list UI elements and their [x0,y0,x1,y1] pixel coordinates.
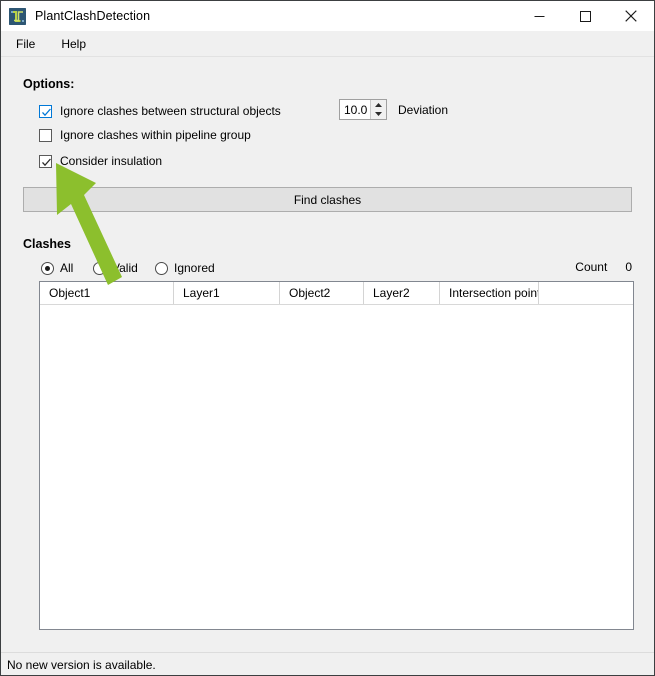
checkbox-ignore-structural[interactable] [39,104,52,118]
clash-list-body[interactable] [40,305,633,629]
radio-ignored[interactable] [155,261,168,275]
clash-list[interactable]: Object1 Layer1 Object2 Layer2 Intersecti… [39,281,634,630]
minimize-icon [534,15,544,17]
title-bar: PlantClashDetection [1,1,654,31]
deviation-group: 10.0 Deviation [339,99,448,120]
radio-all[interactable] [41,261,54,275]
checkbox-label-consider-insulation: Consider insulation [60,154,163,168]
radio-row-ignored[interactable]: Ignored [155,260,215,276]
app-icon [9,7,26,25]
menu-bar: File Help [1,31,654,57]
close-icon [625,10,637,22]
count-value: 0 [625,260,632,274]
chevron-up-icon [375,102,382,107]
count-label: Count [575,260,608,274]
radio-valid[interactable] [93,261,106,275]
status-bar: No new version is available. [1,652,654,675]
checkbox-label-ignore-structural: Ignore clashes between structural object… [60,104,281,118]
count-group: Count 0 [575,260,632,274]
checkmark-icon [42,158,51,166]
checkbox-label-ignore-pipeline-group: Ignore clashes within pipeline group [60,128,251,142]
radio-row-valid[interactable]: Valid [93,260,138,276]
radio-label-valid: Valid [112,261,138,275]
column-header-filler [539,282,633,304]
deviation-step-down[interactable] [371,110,386,120]
checkmark-icon [42,108,51,116]
deviation-step-up[interactable] [371,100,386,110]
window-title: PlantClashDetection [35,9,151,23]
column-header-object1[interactable]: Object1 [40,282,174,304]
menu-item-help[interactable]: Help [52,34,95,54]
checkbox-row-ignore-pipeline-group[interactable]: Ignore clashes within pipeline group [39,126,251,144]
maximize-button[interactable] [562,1,608,31]
column-header-object2[interactable]: Object2 [280,282,364,304]
find-clashes-button[interactable]: Find clashes [23,187,632,212]
deviation-caption: Deviation [398,102,449,117]
column-header-layer1[interactable]: Layer1 [174,282,280,304]
minimize-button[interactable] [516,1,562,31]
application-window: PlantClashDetection File Help Options: I… [0,0,655,676]
column-header-layer2[interactable]: Layer2 [364,282,440,304]
radio-label-all: All [60,261,74,275]
checkbox-row-ignore-structural[interactable]: Ignore clashes between structural object… [39,102,281,120]
maximize-icon [579,10,591,22]
chevron-down-icon [375,112,382,117]
deviation-spinner[interactable]: 10.0 [339,99,387,120]
status-text: No new version is available. [7,657,156,672]
deviation-input[interactable]: 10.0 [340,100,370,119]
client-area: Options: Ignore clashes between structur… [1,57,654,652]
checkbox-consider-insulation[interactable] [39,154,52,168]
clash-list-header: Object1 Layer1 Object2 Layer2 Intersecti… [40,282,633,305]
menu-item-file[interactable]: File [7,34,44,54]
radio-label-ignored: Ignored [174,261,215,275]
deviation-stepper[interactable] [370,100,386,119]
checkbox-row-consider-insulation[interactable]: Consider insulation [39,152,162,170]
close-button[interactable] [608,1,654,31]
options-group-label: Options: [23,77,75,91]
column-header-intersection-point[interactable]: Intersection point [440,282,539,304]
clashes-group-label: Clashes [23,237,71,251]
radio-row-all[interactable]: All [41,260,73,276]
checkbox-ignore-pipeline-group[interactable] [39,128,52,142]
